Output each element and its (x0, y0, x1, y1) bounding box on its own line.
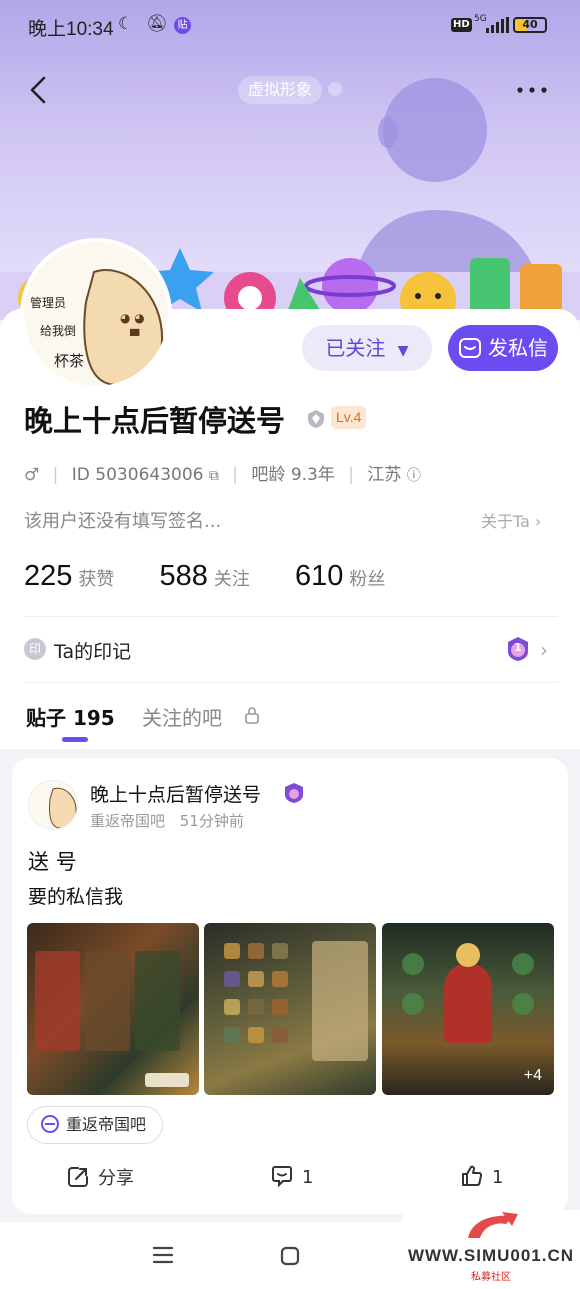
divider (24, 682, 558, 683)
help-icon[interactable]: ⓘ (407, 465, 421, 485)
back-icon[interactable] (22, 70, 62, 110)
virtual-avatar-chip[interactable]: 虚拟形象 (238, 76, 323, 104)
stat-likes[interactable]: 225 获赞 (24, 560, 114, 593)
post-body[interactable]: 要的私信我 (28, 882, 123, 909)
post-avatar[interactable] (28, 780, 78, 830)
about-label: 关于Ta (481, 512, 530, 531)
tab-followed-bars[interactable]: 关注的吧 (142, 702, 222, 731)
user-id[interactable]: ID 5030643006 (72, 465, 204, 485)
signature: 该用户还没有填写签名... (24, 511, 222, 532)
tab-indicator (62, 737, 88, 742)
post-author[interactable]: 晚上十点后暂停送号 (90, 780, 261, 807)
forum-icon (41, 1115, 59, 1133)
about-link[interactable]: 关于Ta › (481, 508, 541, 532)
shield-badge-icon[interactable] (306, 409, 326, 429)
app-notification-icon: 贴 (174, 17, 191, 34)
watermark: WWW.SIMU001.CN 私募社区 (402, 1210, 580, 1289)
svg-text:▀: ▀ (129, 328, 140, 343)
more-images-count: +4 (523, 1067, 542, 1084)
avatar-text-2: 给我倒 (40, 324, 77, 338)
hd-icon: HD (451, 18, 472, 32)
level-badge[interactable]: Lv.4 (331, 406, 367, 429)
stat-following-num: 588 (159, 560, 208, 592)
post-title[interactable]: 送 号 (28, 846, 77, 876)
post-image-1[interactable] (27, 923, 199, 1095)
avatar-text-1: 管理员 (30, 296, 67, 310)
muted-bell-icon: 🔕︎ (146, 14, 168, 34)
profile-meta: ♂ | ID 5030643006 ⧉ | 吧龄 9.3年 | 江苏 ⓘ (24, 460, 421, 485)
status-bar: 晚上10:34 ☾ 🔕︎ 贴 HD 5G 40 (0, 0, 580, 52)
do-not-disturb-icon: ☾ (118, 14, 134, 34)
watermark-sub: 私募社区 (471, 1272, 511, 1283)
chevron-right-icon[interactable]: › (540, 638, 548, 662)
more-icon[interactable] (514, 78, 550, 102)
stat-following-label: 关注 (213, 569, 250, 590)
profile-avatar[interactable]: ◕ ◕ ▀ 管理员 给我倒 杯茶 (20, 238, 172, 390)
comment-icon (272, 1166, 292, 1188)
post-image-2[interactable] (204, 923, 376, 1095)
status-time: 晚上10:34 (28, 19, 114, 40)
bar-age: 吧龄 9.3年 (251, 465, 335, 485)
mark-badge-num: 1 (514, 641, 522, 654)
author-badge-icon (285, 783, 303, 803)
chip-dot (328, 82, 342, 96)
male-icon: ♂ (24, 465, 40, 485)
follow-button-label: 已关注 (325, 336, 386, 360)
message-button-label: 发私信 (488, 336, 548, 360)
avatar-text-3: 杯茶 (54, 352, 85, 370)
like-count: 1 (492, 1167, 504, 1188)
stat-fans-num: 610 (294, 560, 344, 592)
stat-likes-label: 获赞 (78, 569, 115, 590)
forum-chip[interactable]: 重返帝国吧 (27, 1106, 164, 1144)
home-icon[interactable] (280, 1246, 300, 1266)
copy-icon[interactable]: ⧉ (209, 468, 219, 484)
menu-icon[interactable] (152, 1246, 174, 1264)
follow-button[interactable]: 已关注 ▼ (302, 325, 432, 371)
caret-down-icon: ▼ (397, 343, 409, 359)
share-button[interactable]: 分享 (66, 1164, 134, 1190)
post-forum[interactable]: 重返帝国吧 (90, 812, 165, 830)
post-time: 51分钟前 (179, 812, 244, 830)
battery-icon: 40 (513, 17, 547, 33)
stat-fans[interactable]: 610 粉丝 (295, 560, 385, 593)
message-button[interactable]: 发私信 (448, 325, 558, 371)
share-icon (68, 1167, 88, 1187)
chevron-right-icon: › (535, 512, 542, 531)
stat-likes-num: 225 (24, 560, 73, 592)
watermark-text: WWW.SIMU001.CN (407, 1246, 575, 1265)
signal-icon (486, 17, 510, 33)
network-type: 5G (474, 14, 487, 24)
mark-icon: 印 (24, 638, 46, 660)
post-card[interactable]: 晚上十点后暂停送号 重返帝国吧 51分钟前 送 号 要的私信我 +4 重返帝国吧… (12, 758, 568, 1214)
location: 江苏 (367, 465, 402, 485)
comment-count: 1 (302, 1167, 314, 1188)
like-button[interactable]: 1 (460, 1164, 503, 1188)
post-image-3[interactable]: +4 (382, 923, 554, 1095)
stats-row: 225 获赞 588 关注 610 粉丝 (24, 560, 425, 593)
profile-username: 晚上十点后暂停送号 (24, 404, 286, 438)
share-label: 分享 (98, 1168, 134, 1189)
comment-button[interactable]: 1 (270, 1164, 313, 1188)
tab-posts[interactable]: 贴子 195 (26, 702, 115, 731)
divider (24, 616, 558, 617)
message-icon (459, 338, 481, 358)
lock-icon (245, 707, 259, 724)
svg-text:◕ ◕: ◕ ◕ (120, 311, 145, 325)
stat-fans-label: 粉丝 (349, 569, 386, 590)
post-meta: 重返帝国吧 51分钟前 (90, 810, 244, 831)
forum-chip-label: 重返帝国吧 (66, 1115, 147, 1134)
mark-badge-icon[interactable]: 1 (506, 636, 530, 662)
thumbs-up-icon (462, 1165, 483, 1186)
watermark-logo (468, 1212, 518, 1238)
mark-label[interactable]: Ta的印记 (54, 637, 131, 664)
stat-following[interactable]: 588 关注 (159, 560, 249, 593)
